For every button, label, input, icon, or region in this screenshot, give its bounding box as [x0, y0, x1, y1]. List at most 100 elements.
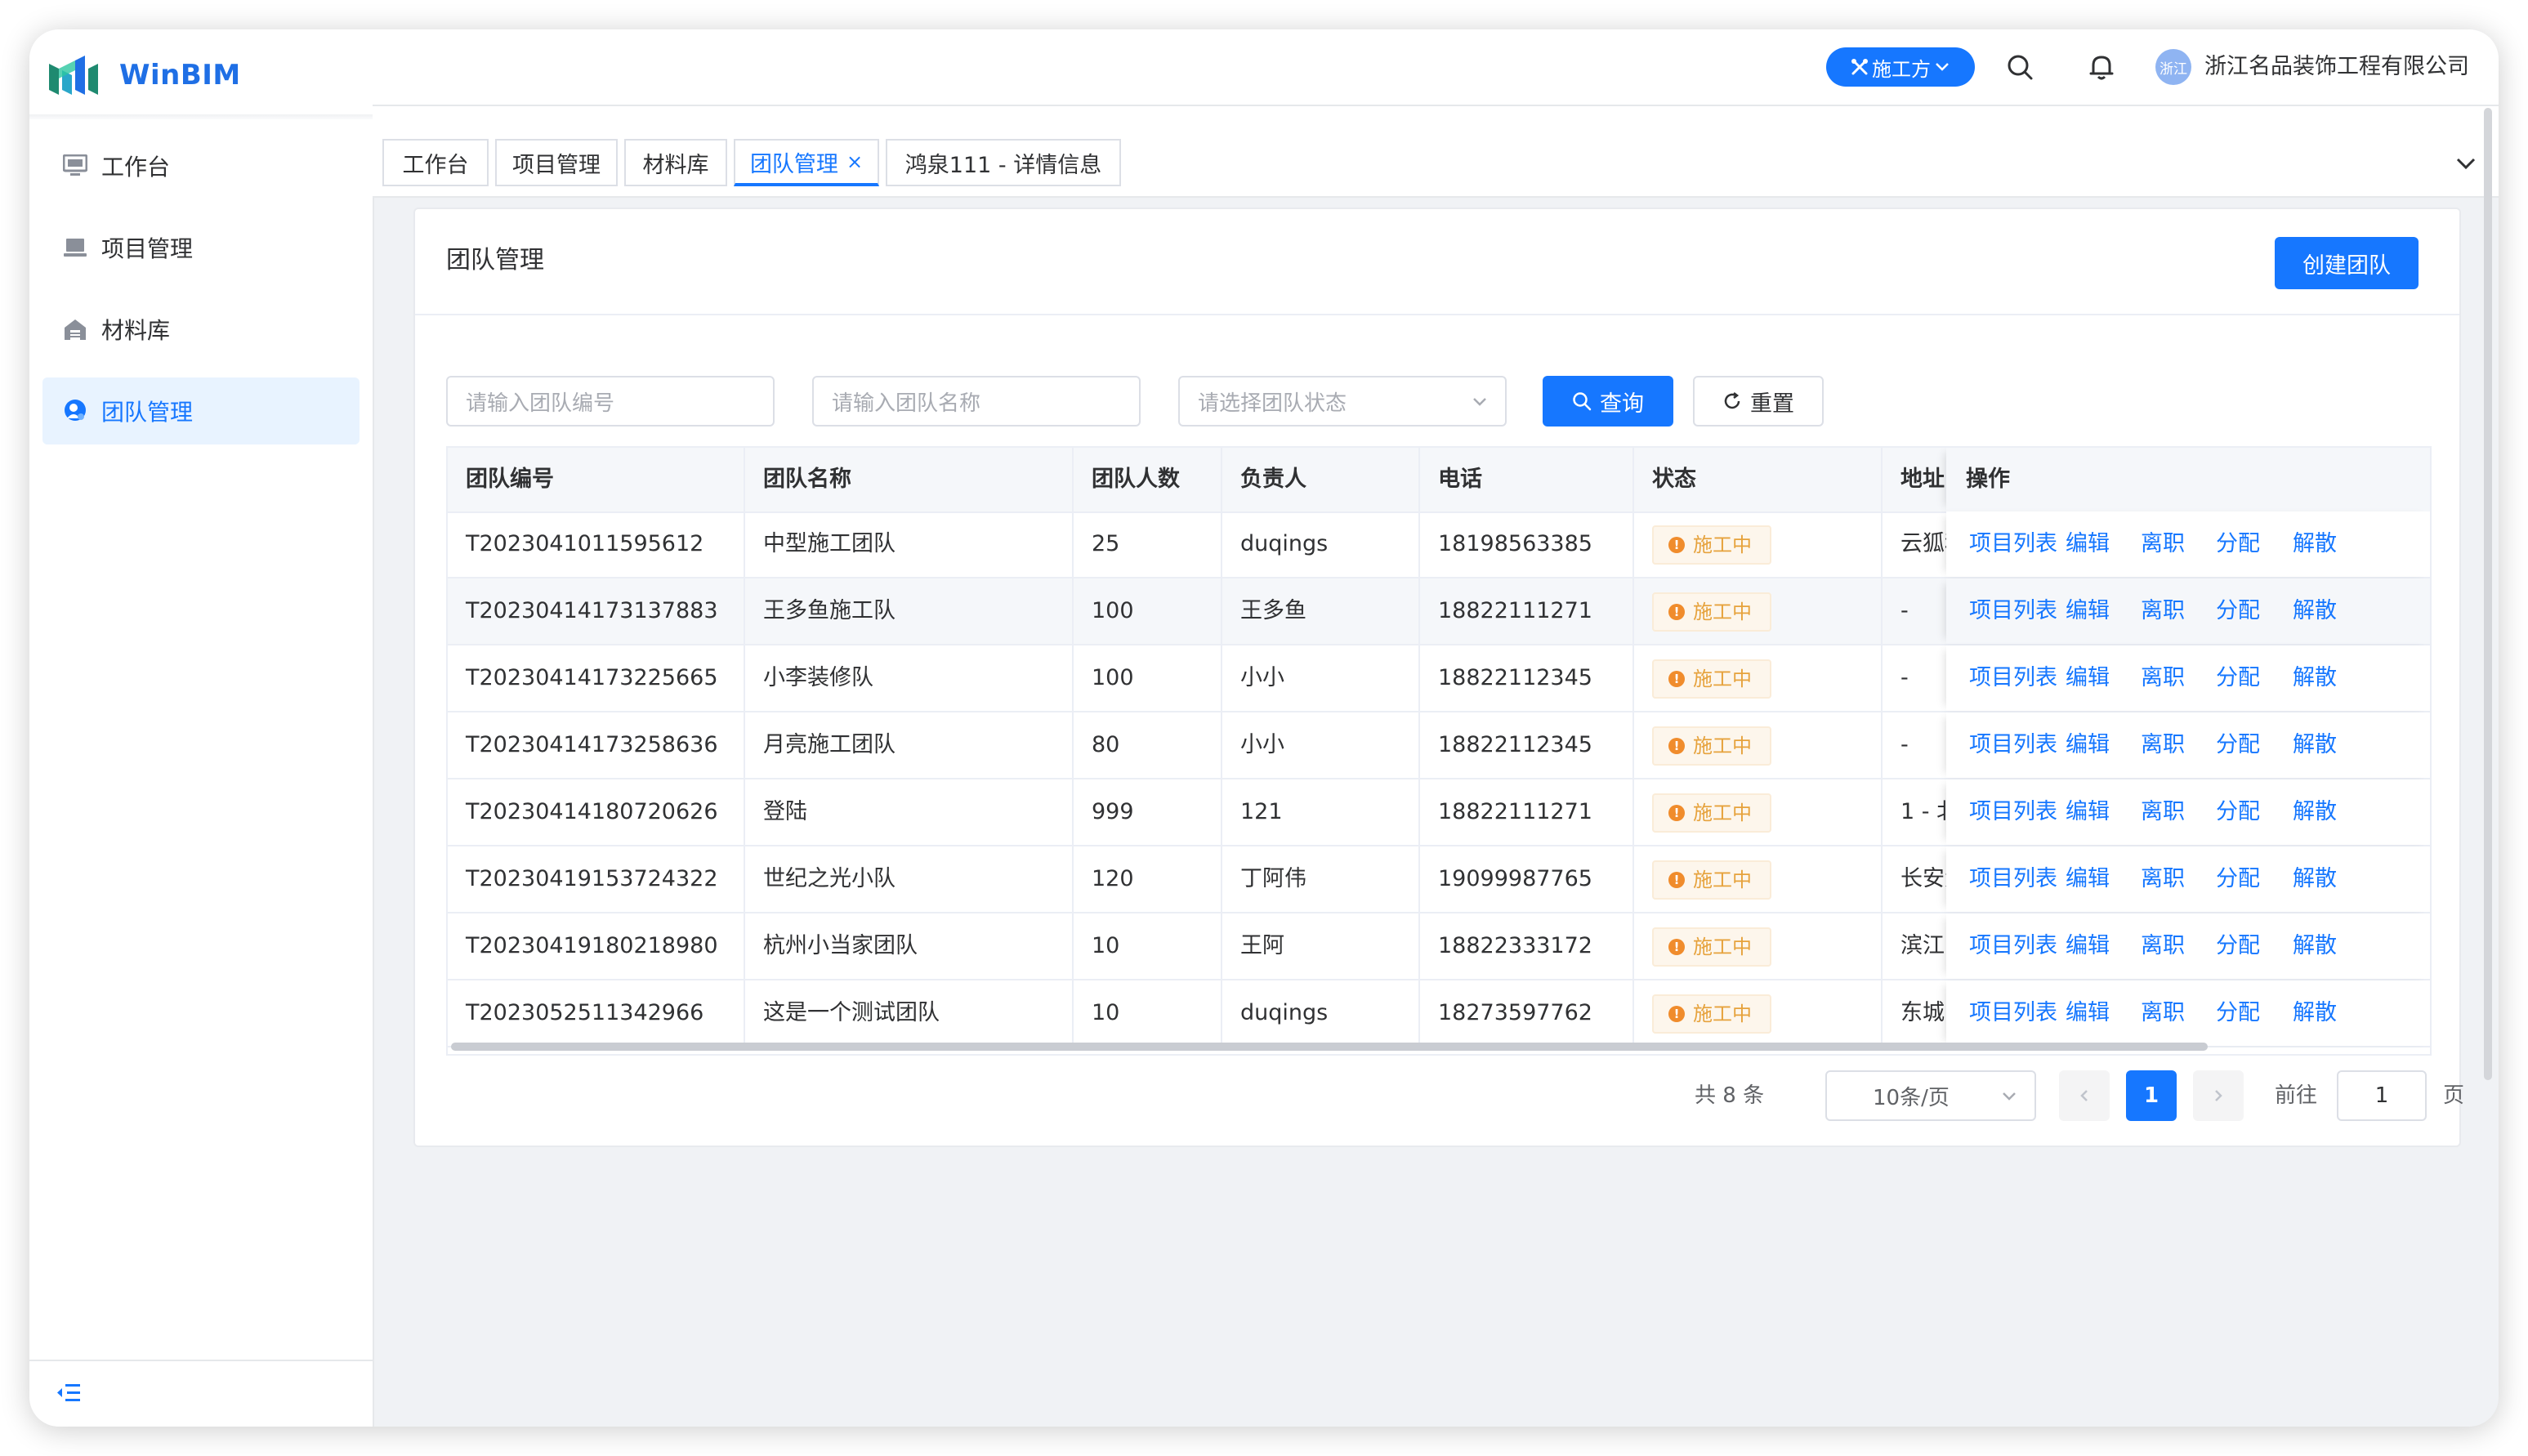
cell-phone: 18822111271	[1420, 779, 1634, 845]
avatar[interactable]: 浙江	[2155, 49, 2191, 85]
edit-link[interactable]: 编辑	[2066, 913, 2110, 979]
cell-leader: duqings	[1222, 511, 1420, 577]
pagination-total: 共 8 条	[1695, 1083, 1765, 1108]
dissolve-link[interactable]: 解散	[2293, 779, 2337, 845]
query-label: 查询	[1600, 391, 1644, 417]
dissolve-link[interactable]: 解散	[2293, 980, 2337, 1046]
edit-link[interactable]: 编辑	[2066, 779, 2110, 845]
next-page-button[interactable]	[2193, 1070, 2244, 1121]
dissolve-link[interactable]: 解散	[2293, 645, 2337, 711]
column-header-leader: 负责人	[1222, 448, 1420, 511]
team-number-input[interactable]: 请输入团队编号	[446, 376, 775, 427]
warning-icon: !	[1668, 737, 1685, 754]
tab-team-management[interactable]: 团队管理 ×	[734, 139, 879, 186]
dissolve-link[interactable]: 解散	[2293, 913, 2337, 979]
tab-detail-info[interactable]: 鸿泉111 - 详情信息	[886, 139, 1121, 186]
resign-link[interactable]: 离职	[2141, 779, 2185, 845]
company-name[interactable]: 浙江名品装饰工程有限公司	[2204, 51, 2469, 83]
cell-leader: 王阿	[1222, 913, 1420, 979]
create-team-button[interactable]: 创建团队	[2275, 237, 2419, 289]
assign-link[interactable]: 分配	[2216, 712, 2260, 778]
cell-phone: 18822111271	[1420, 578, 1634, 644]
resign-link[interactable]: 离职	[2141, 913, 2185, 979]
horizontal-scrollbar[interactable]	[451, 1043, 2208, 1051]
cell-phone: 19099987765	[1420, 846, 1634, 912]
edit-link[interactable]: 编辑	[2066, 645, 2110, 711]
edit-link[interactable]: 编辑	[2066, 511, 2110, 577]
project-list-link[interactable]: 项目列表	[1969, 511, 2057, 577]
table-row: T2023052511342966 这是一个测试团队 10 duqings 182735…	[448, 980, 2430, 1047]
cell-team-no: T20230414173137883	[448, 578, 745, 644]
cell-leader: 小小	[1222, 712, 1420, 778]
sidebar-footer	[29, 1360, 373, 1427]
resign-link[interactable]: 离职	[2141, 980, 2185, 1046]
tab-label: 工作台	[402, 152, 469, 178]
project-list-link[interactable]: 项目列表	[1969, 779, 2057, 845]
project-list-link[interactable]: 项目列表	[1969, 645, 2057, 711]
cell-team-name: 王多鱼施工队	[745, 578, 1074, 644]
cell-team-no: T20230419153724322	[448, 846, 745, 912]
project-list-link[interactable]: 项目列表	[1969, 712, 2057, 778]
warning-icon: !	[1668, 1005, 1685, 1022]
dissolve-link[interactable]: 解散	[2293, 712, 2337, 778]
assign-link[interactable]: 分配	[2216, 846, 2260, 912]
dissolve-link[interactable]: 解散	[2293, 578, 2337, 644]
sidebar-item-projects[interactable]: 项目管理	[42, 214, 360, 281]
assign-link[interactable]: 分配	[2216, 578, 2260, 644]
status-badge: ! 施工中	[1652, 659, 1771, 699]
query-button[interactable]: 查询	[1543, 376, 1673, 427]
table-row: T20230414173137883 王多鱼施工队 100 王多鱼 1882211127…	[448, 578, 2430, 645]
table-row: T20230419180218980 杭州小当家团队 10 王阿 18822333172…	[448, 913, 2430, 980]
resign-link[interactable]: 离职	[2141, 511, 2185, 577]
edit-link[interactable]: 编辑	[2066, 846, 2110, 912]
edit-link[interactable]: 编辑	[2066, 578, 2110, 644]
team-name-input[interactable]: 请输入团队名称	[812, 376, 1141, 427]
resign-link[interactable]: 离职	[2141, 645, 2185, 711]
tab-materials[interactable]: 材料库	[624, 139, 727, 186]
resign-link[interactable]: 离职	[2141, 846, 2185, 912]
vertical-scrollbar[interactable]	[2484, 108, 2492, 1080]
tab-workbench[interactable]: 工作台	[382, 139, 489, 186]
dissolve-link[interactable]: 解散	[2293, 846, 2337, 912]
sidebar-item-materials[interactable]: 材料库	[42, 296, 360, 363]
project-list-link[interactable]: 项目列表	[1969, 846, 2057, 912]
assign-link[interactable]: 分配	[2216, 511, 2260, 577]
dissolve-link[interactable]: 解散	[2293, 511, 2337, 577]
project-list-link[interactable]: 项目列表	[1969, 913, 2057, 979]
team-status-select[interactable]: 请选择团队状态	[1178, 376, 1507, 427]
page-number-current[interactable]: 1	[2126, 1070, 2177, 1121]
resign-link[interactable]: 离职	[2141, 578, 2185, 644]
sidebar-item-team-management[interactable]: 团队管理	[42, 377, 360, 444]
cell-team-name: 登陆	[745, 779, 1074, 845]
collapse-sidebar-icon[interactable]	[56, 1381, 82, 1405]
cell-member-count: 100	[1074, 645, 1222, 711]
reset-label: 重置	[1750, 391, 1794, 417]
assign-link[interactable]: 分配	[2216, 980, 2260, 1046]
notification-bell-icon[interactable]	[2087, 52, 2116, 82]
page-size-select[interactable]: 10条/页	[1825, 1070, 2036, 1121]
project-list-link[interactable]: 项目列表	[1969, 578, 2057, 644]
input-placeholder: 请输入团队名称	[832, 391, 981, 416]
assign-link[interactable]: 分配	[2216, 913, 2260, 979]
status-text: 施工中	[1693, 1002, 1752, 1025]
reset-button[interactable]: 重置	[1693, 376, 1824, 427]
resign-link[interactable]: 离职	[2141, 712, 2185, 778]
prev-page-button[interactable]	[2059, 1070, 2110, 1121]
tab-projects[interactable]: 项目管理	[495, 139, 618, 186]
tab-label: 材料库	[642, 152, 709, 178]
edit-link[interactable]: 编辑	[2066, 712, 2110, 778]
chevron-down-icon	[1473, 398, 1486, 406]
table-row: T20230414180720626 登陆 999 121 18822111271 1 -…	[448, 779, 2430, 846]
edit-link[interactable]: 编辑	[2066, 980, 2110, 1046]
goto-page-input[interactable]: 1	[2337, 1070, 2427, 1121]
cell-status: ! 施工中	[1634, 712, 1883, 778]
cell-member-count: 80	[1074, 712, 1222, 778]
search-icon[interactable]	[2005, 52, 2034, 82]
project-list-link[interactable]: 项目列表	[1969, 980, 2057, 1046]
chevron-down-icon[interactable]	[2453, 150, 2479, 176]
sidebar-item-workbench[interactable]: 工作台	[42, 132, 360, 199]
tab-close-icon[interactable]: ×	[846, 150, 863, 173]
role-switch-button[interactable]: 施工方	[1826, 47, 1975, 87]
assign-link[interactable]: 分配	[2216, 779, 2260, 845]
assign-link[interactable]: 分配	[2216, 645, 2260, 711]
